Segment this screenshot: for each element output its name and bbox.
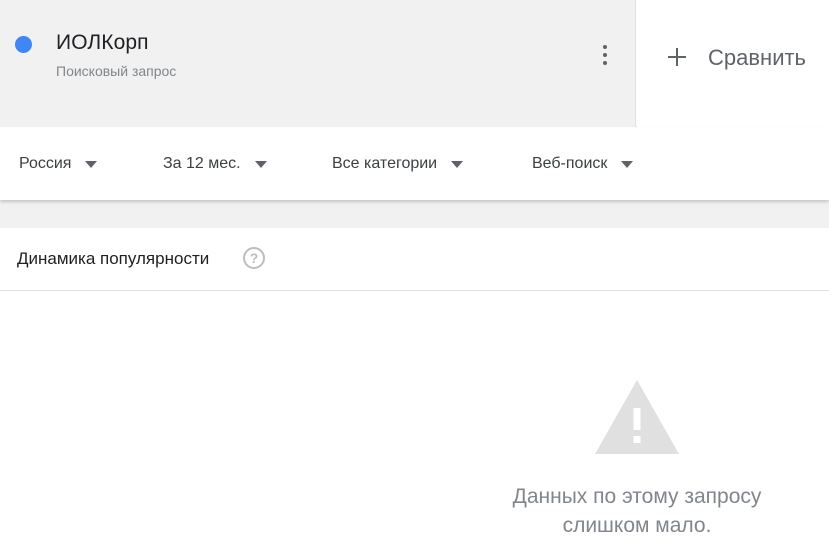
category-dropdown[interactable]: Все категории [332, 154, 464, 174]
category-label: Все категории [332, 155, 438, 172]
search-type-dropdown[interactable]: Веб-поиск [532, 154, 634, 174]
triangle-down-icon [451, 160, 464, 168]
compare-button[interactable]: Сравнить [637, 0, 829, 127]
triangle-down-icon [254, 160, 267, 168]
compare-label: Сравнить [708, 45, 807, 70]
section-gap [0, 200, 829, 228]
empty-message-line2: слишком мало. [562, 514, 712, 537]
empty-message-line1: Данных по этому запросу [512, 485, 762, 508]
section-title: Динамика популярности [17, 249, 210, 268]
empty-state-message: Данных по этому запросу слишком мало. [455, 482, 819, 540]
region-label: Россия [19, 155, 72, 172]
period-dropdown[interactable]: За 12 мес. [163, 154, 267, 174]
interest-over-time-header: Динамика популярности ? [0, 228, 829, 291]
search-type-label: Веб-поиск [532, 155, 608, 172]
search-terms-bar: ИОЛКорп Поисковый запрос Сравнить [0, 0, 829, 127]
search-term-card[interactable]: ИОЛКорп Поисковый запрос [0, 0, 636, 127]
region-dropdown[interactable]: Россия [19, 154, 98, 174]
filter-bar: Россия За 12 мес. Все категории Веб-поис… [0, 128, 829, 200]
term-color-dot [15, 36, 32, 53]
term-type: Поисковый запрос [56, 63, 177, 79]
period-label: За 12 мес. [163, 155, 241, 172]
term-name[interactable]: ИОЛКорп [56, 31, 149, 55]
triangle-down-icon [621, 160, 634, 168]
triangle-down-icon [85, 160, 98, 168]
warning-triangle-icon [595, 380, 679, 454]
more-vert-icon[interactable] [592, 40, 618, 70]
plus-icon [667, 47, 687, 67]
question-circle-icon[interactable]: ? [243, 247, 265, 269]
